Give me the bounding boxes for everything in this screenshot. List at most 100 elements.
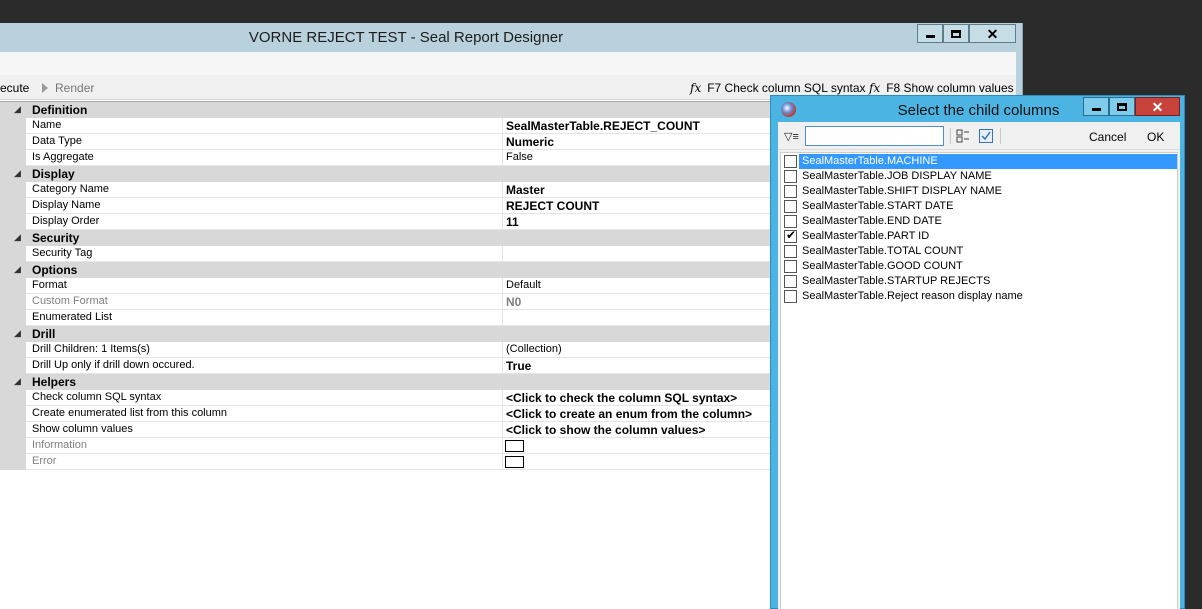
column-label-area[interactable]: SealMasterTable.JOB DISPLAY NAME: [799, 169, 1177, 184]
property-row[interactable]: Information: [0, 438, 770, 454]
category-display[interactable]: ◢ Display: [0, 166, 770, 182]
dialog-maximize-button[interactable]: [1109, 97, 1135, 116]
property-value[interactable]: <Click to check the column SQL syntax>: [506, 391, 737, 405]
column-list-item[interactable]: SealMasterTable.GOOD COUNT: [781, 259, 1177, 274]
property-row[interactable]: Display Order 11: [0, 214, 770, 230]
main-titlebar[interactable]: VORNE REJECT TEST - Seal Report Designer…: [0, 23, 1023, 52]
property-value[interactable]: SealMasterTable.REJECT_COUNT: [506, 119, 700, 133]
column-list-item[interactable]: SealMasterTable.END DATE: [781, 214, 1177, 229]
property-value[interactable]: N0: [506, 295, 521, 309]
property-value[interactable]: REJECT COUNT: [506, 199, 599, 213]
dialog-titlebar[interactable]: Select the child columns ✕: [771, 96, 1184, 122]
column-list-item[interactable]: SealMasterTable.START DATE: [781, 199, 1177, 214]
dialog-close-button[interactable]: ✕: [1135, 97, 1180, 116]
minimize-button[interactable]: [917, 24, 943, 43]
property-value-box[interactable]: [505, 456, 524, 468]
property-value-box[interactable]: [505, 440, 524, 452]
column-label-area[interactable]: SealMasterTable.END DATE: [799, 214, 1177, 229]
ok-button[interactable]: OK: [1147, 130, 1164, 144]
invert-selection-icon[interactable]: [979, 129, 993, 143]
column-checkbox[interactable]: ✔: [784, 229, 797, 243]
collapse-icon[interactable]: ◢: [14, 168, 21, 179]
property-value[interactable]: False: [506, 151, 533, 163]
column-label-area[interactable]: SealMasterTable.MACHINE: [799, 154, 1177, 169]
property-row[interactable]: Drill Children: 1 Items(s) (Collection): [0, 342, 770, 358]
property-row[interactable]: Is Aggregate False: [0, 150, 770, 166]
property-grid[interactable]: ◢ Definition Name SealMasterTable.REJECT_CO…: [0, 101, 770, 609]
property-row[interactable]: Drill Up only if drill down occured. True: [0, 358, 770, 374]
column-label-area[interactable]: SealMasterTable.PART ID: [799, 229, 1177, 244]
column-list-item[interactable]: SealMasterTable.MACHINE: [781, 154, 1177, 169]
render-button[interactable]: Render: [42, 81, 94, 95]
property-name: Category Name: [32, 183, 110, 195]
collapse-icon[interactable]: ◢: [14, 376, 21, 387]
column-list-item[interactable]: SealMasterTable.STARTUP REJECTS: [781, 274, 1177, 289]
column-list-item[interactable]: SealMasterTable.Reject reason display na…: [781, 289, 1177, 304]
column-label-area[interactable]: SealMasterTable.SHIFT DISPLAY NAME: [799, 184, 1177, 199]
property-row[interactable]: Category Name Master: [0, 182, 770, 198]
collapse-icon[interactable]: ◢: [14, 328, 21, 339]
column-checkbox[interactable]: [784, 200, 797, 213]
column-checkbox[interactable]: [784, 290, 797, 303]
column-divider: [502, 278, 503, 294]
property-row[interactable]: Format Default: [0, 278, 770, 294]
property-row[interactable]: Security Tag: [0, 246, 770, 262]
cancel-button[interactable]: Cancel: [1089, 130, 1126, 144]
close-button[interactable]: ✕: [969, 24, 1016, 43]
play-icon: [42, 83, 48, 93]
category-options[interactable]: ◢ Options: [0, 262, 770, 278]
column-checkbox[interactable]: [784, 245, 797, 258]
column-list-item[interactable]: ✔ SealMasterTable.PART ID: [781, 229, 1177, 244]
show-values-button[interactable]: fx F8 Show column values: [869, 81, 1014, 95]
collapse-icon[interactable]: ◢: [14, 232, 21, 243]
property-row[interactable]: Data Type Numeric: [0, 134, 770, 150]
property-row[interactable]: Display Name REJECT COUNT: [0, 198, 770, 214]
property-row[interactable]: Error: [0, 454, 770, 470]
maximize-button[interactable]: [943, 24, 969, 43]
property-value[interactable]: <Click to show the column values>: [506, 423, 705, 437]
check-sql-button[interactable]: fx F7 Check column SQL syntax: [690, 81, 866, 95]
select-all-icon[interactable]: [956, 129, 970, 143]
property-value[interactable]: (Collection): [506, 343, 562, 355]
column-label-area[interactable]: SealMasterTable.TOTAL COUNT: [799, 244, 1177, 259]
category-definition[interactable]: ◢ Definition: [0, 102, 770, 118]
category-helpers[interactable]: ◢ Helpers: [0, 374, 770, 390]
category-label: Drill: [32, 327, 56, 341]
column-list-item[interactable]: SealMasterTable.SHIFT DISPLAY NAME: [781, 184, 1177, 199]
property-value[interactable]: Master: [506, 183, 545, 197]
collapse-icon[interactable]: ◢: [14, 264, 21, 275]
column-label-area[interactable]: SealMasterTable.GOOD COUNT: [799, 259, 1177, 274]
column-label-area[interactable]: SealMasterTable.START DATE: [799, 199, 1177, 214]
column-checkbox[interactable]: [784, 185, 797, 198]
property-value[interactable]: 11: [506, 215, 519, 229]
column-list-item[interactable]: SealMasterTable.TOTAL COUNT: [781, 244, 1177, 259]
column-checkbox[interactable]: [784, 215, 797, 228]
column-label-area[interactable]: SealMasterTable.STARTUP REJECTS: [799, 274, 1177, 289]
property-row[interactable]: Name SealMasterTable.REJECT_COUNT: [0, 118, 770, 134]
property-value[interactable]: <Click to create an enum from the column…: [506, 407, 752, 421]
minimize-icon: [925, 35, 935, 38]
property-row[interactable]: Check column SQL syntax <Click to check t…: [0, 390, 770, 406]
column-checkbox[interactable]: [784, 275, 797, 288]
column-checkbox[interactable]: [784, 260, 797, 273]
property-value[interactable]: Default: [506, 279, 541, 291]
column-checkbox[interactable]: [784, 170, 797, 183]
property-value[interactable]: Numeric: [506, 135, 554, 149]
category-drill[interactable]: ◢ Drill: [0, 326, 770, 342]
column-checklist[interactable]: SealMasterTable.MACHINE SealMasterTable.J…: [780, 152, 1178, 609]
column-divider: [502, 406, 503, 422]
execute-button[interactable]: ecute: [0, 81, 29, 95]
column-divider: [502, 438, 503, 454]
property-row[interactable]: Enumerated List: [0, 310, 770, 326]
column-label-area[interactable]: SealMasterTable.Reject reason display na…: [799, 289, 1177, 304]
category-security[interactable]: ◢ Security: [0, 230, 770, 246]
property-value[interactable]: True: [506, 359, 531, 373]
column-list-item[interactable]: SealMasterTable.JOB DISPLAY NAME: [781, 169, 1177, 184]
property-row[interactable]: Custom Format N0: [0, 294, 770, 310]
collapse-icon[interactable]: ◢: [14, 104, 21, 115]
filter-input[interactable]: [805, 126, 944, 146]
property-row[interactable]: Create enumerated list from this column <…: [0, 406, 770, 422]
dialog-minimize-button[interactable]: [1083, 97, 1109, 116]
column-checkbox[interactable]: [784, 155, 797, 168]
property-row[interactable]: Show column values <Click to show the col…: [0, 422, 770, 438]
